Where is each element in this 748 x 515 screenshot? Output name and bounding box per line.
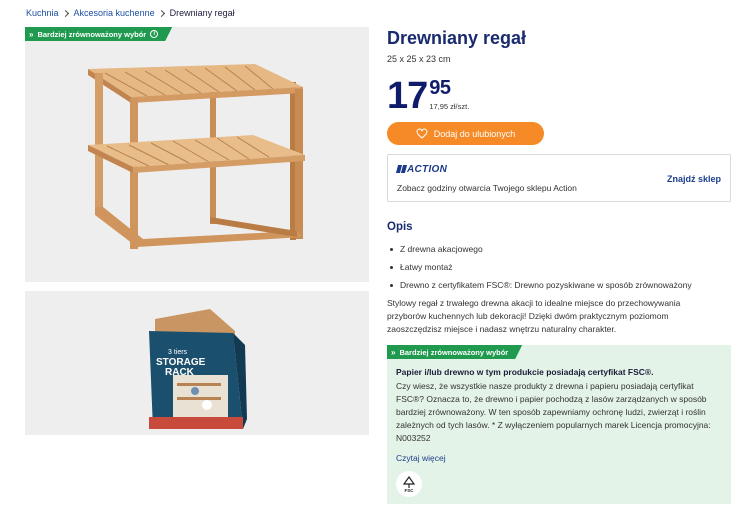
unit-price: 17,95 zł/szt. <box>429 102 470 111</box>
price-integer: 17 <box>387 75 428 117</box>
chevron-right-icon <box>157 9 165 17</box>
feature-list: Z drewna akacjowego Łatwy montaż Drewno … <box>390 240 692 294</box>
list-item: Łatwy montaż <box>390 258 692 276</box>
breadcrumb-link-akcesoria[interactable]: Akcesoria kuchenne <box>74 8 155 18</box>
leaf-icon: » <box>391 347 396 357</box>
product-price: 17 95 17,95 zł/szt. <box>387 77 469 115</box>
description-paragraph: Stylowy regał z trwałego drewna akacji t… <box>387 298 681 334</box>
description-heading: Opis <box>387 221 413 233</box>
breadcrumb: Kuchnia Akcesoria kuchenne Drewniany reg… <box>26 6 235 20</box>
sustainability-box: » Bardziej zrównoważony wybór Papier i/l… <box>387 345 731 504</box>
wooden-shelf-image <box>88 64 305 249</box>
find-store-link[interactable]: Znajdź sklep <box>667 174 721 184</box>
sustainable-choice-badge: » Bardziej zrównoważony wybór i <box>25 27 172 41</box>
badge-label: Bardziej zrównoważony wybór <box>399 347 509 357</box>
product-image-main[interactable]: » Bardziej zrównoważony wybór i <box>25 27 369 282</box>
packaging-image: 3 tiers STORAGE RACK <box>149 309 247 429</box>
store-hours-text: Zobacz godziny otwarcia Twojego sklepu A… <box>397 183 577 193</box>
store-card: ACTION Zobacz godziny otwarcia Twojego s… <box>387 154 731 202</box>
package-title-line2: RACK <box>165 367 195 378</box>
sustainable-choice-badge: » Bardziej zrównoważony wybór <box>387 345 522 359</box>
fsc-logo: FSC <box>396 471 422 497</box>
info-icon[interactable]: i <box>150 30 158 38</box>
favorites-label: Dodaj do ulubionych <box>433 128 516 139</box>
breadcrumb-link-kuchnia[interactable]: Kuchnia <box>26 8 59 18</box>
list-item: Z drewna akacjowego <box>390 240 692 258</box>
fsc-text: Czy wiesz, że wszystkie nasze produkty z… <box>396 381 711 443</box>
list-item: Drewno z certyfikatem FSC®: Drewno pozys… <box>390 276 692 294</box>
product-title: Drewniany regał <box>387 28 527 48</box>
leaf-icon: » <box>29 29 34 39</box>
read-more-link[interactable]: Czytaj więcej <box>396 453 446 463</box>
add-to-favorites-button[interactable]: Dodaj do ulubionych <box>387 122 544 145</box>
product-dimensions: 25 x 25 x 23 cm <box>387 54 451 64</box>
fsc-title: Papier i/lub drewno w tym produkcie posi… <box>396 367 654 377</box>
breadcrumb-current: Drewniany regał <box>169 8 235 18</box>
heart-icon <box>416 128 428 139</box>
badge-label: Bardziej zrównoważony wybór <box>37 29 147 39</box>
price-decimal: 95 <box>429 77 451 99</box>
action-logo: ACTION <box>395 164 447 175</box>
product-image-packaging[interactable]: 3 tiers STORAGE RACK <box>25 291 369 435</box>
package-small-text: 3 tiers <box>168 349 188 356</box>
chevron-right-icon <box>61 9 69 17</box>
